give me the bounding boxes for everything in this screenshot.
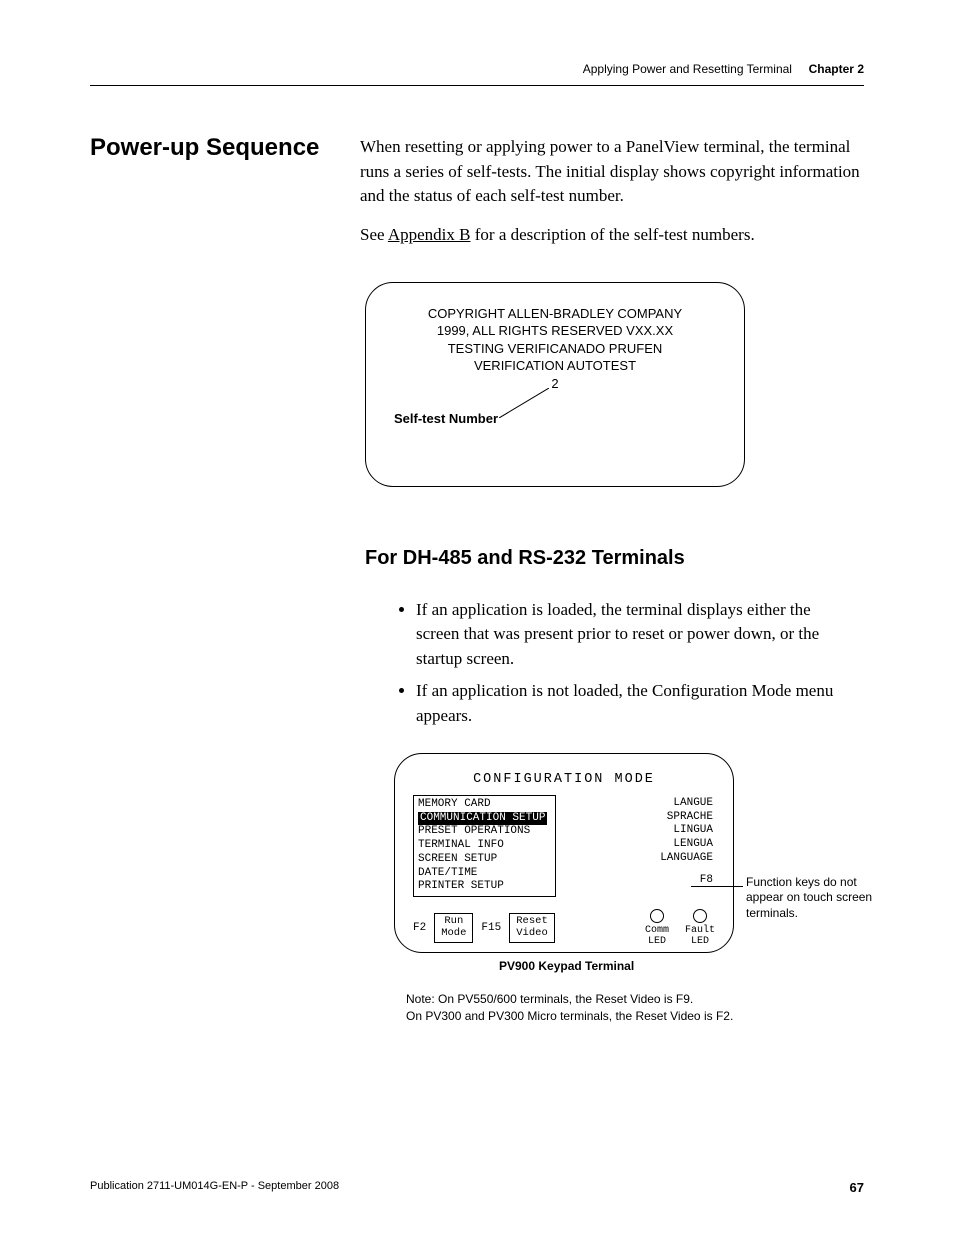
p2-lead: See [360,225,388,244]
page-footer: Publication 2711-UM014G-EN-P - September… [90,1180,864,1195]
copyright-line-4: VERIFICATION AUTOTEST [366,357,744,375]
menu-item: PRINTER SETUP [418,880,547,894]
menu-item: SCREEN SETUP [418,853,547,867]
terminal-screen-1: COPYRIGHT ALLEN-BRADLEY COMPANY 1999, AL… [365,282,745,487]
f2-label: F2 [413,922,426,934]
fault-led: Fault LED [685,909,715,947]
header-rule [90,85,864,86]
page-content: Power-up Sequence When resetting or appl… [90,135,864,1024]
reset-video-note: Note: On PV550/600 terminals, the Reset … [406,991,864,1025]
fkey-row: F2 Run Mode F15 Reset Video Comm LED [413,909,715,947]
lang-item: LINGUA [570,824,713,838]
reset-video-button: Reset Video [509,913,555,942]
note-line-1: Note: On PV550/600 terminals, the Reset … [406,991,864,1008]
intro-row: Power-up Sequence When resetting or appl… [90,135,864,262]
terminal-notes-list: If an application is loaded, the termina… [400,598,864,729]
language-list: LANGUE SPRACHE LINGUA LENGUA LANGUAGE F8 [570,795,715,897]
led-indicators: Comm LED Fault LED [645,909,715,947]
config-mode-figure: CONFIGURATION MODE MEMORY CARD COMMUNICA… [394,753,954,973]
led-circle-icon [693,909,707,923]
fault-label-1: Fault [685,925,715,936]
section-title: Applying Power and Resetting Terminal [583,62,792,76]
terminal-screen-2: CONFIGURATION MODE MEMORY CARD COMMUNICA… [394,753,734,953]
run-label-2: Mode [441,928,466,940]
config-body: MEMORY CARD COMMUNICATION SETUP PRESET O… [413,795,715,897]
p2-tail: for a description of the self-test numbe… [471,225,755,244]
f15-label: F15 [481,922,501,934]
copyright-line-1: COPYRIGHT ALLEN-BRADLEY COMPANY [366,305,744,323]
paragraph-1: When resetting or applying power to a Pa… [360,135,864,209]
list-item: If an application is loaded, the termina… [416,598,844,672]
rv-label-2: Video [516,928,548,940]
figure-caption: PV900 Keypad Terminal [499,959,954,973]
lang-item: SPRACHE [570,811,713,825]
copyright-line-3: TESTING VERIFICANADO PRUFEN [366,340,744,358]
menu-list: MEMORY CARD COMMUNICATION SETUP PRESET O… [413,795,556,897]
lang-item: LANGUAGE [570,852,713,866]
selftest-number-label: Self-test Number [394,411,498,426]
lang-item: LENGUA [570,838,713,852]
section-heading: Power-up Sequence [90,135,320,262]
subheading: For DH-485 and RS-232 Terminals [365,547,864,570]
menu-item: MEMORY CARD [418,798,547,812]
intro-body: When resetting or applying power to a Pa… [360,135,864,262]
list-item: If an application is not loaded, the Con… [416,679,844,728]
appendix-link[interactable]: Appendix B [388,225,471,244]
comm-led: Comm LED [645,909,669,947]
note-line-2: On PV300 and PV300 Micro terminals, the … [406,1008,864,1025]
fault-label-2: LED [685,936,715,947]
run-mode-button: Run Mode [434,913,473,942]
copyright-line-5: 2 [366,375,744,393]
lang-item: LANGUE [570,797,713,811]
menu-item: PRESET OPERATIONS [418,825,547,839]
menu-item: TERMINAL INFO [418,839,547,853]
chapter-label: Chapter 2 [809,62,864,76]
paragraph-2: See Appendix B for a description of the … [360,223,864,248]
led-circle-icon [650,909,664,923]
copyright-block: COPYRIGHT ALLEN-BRADLEY COMPANY 1999, AL… [366,305,744,393]
copyright-line-2: 1999, ALL RIGHTS RESERVED VXX.XX [366,322,744,340]
comm-label-2: LED [645,936,669,947]
menu-item-selected: COMMUNICATION SETUP [418,812,547,826]
running-header: Applying Power and Resetting Terminal Ch… [583,62,864,76]
page-number: 67 [850,1180,864,1195]
config-title: CONFIGURATION MODE [413,772,715,787]
publication-info: Publication 2711-UM014G-EN-P - September… [90,1180,339,1195]
selftest-figure: COPYRIGHT ALLEN-BRADLEY COMPANY 1999, AL… [365,282,864,487]
menu-item: DATE/TIME [418,867,547,881]
comm-label-1: Comm [645,925,669,936]
callout-line-2 [691,886,743,887]
function-keys-note: Function keys do not appear on touch scr… [746,875,896,922]
